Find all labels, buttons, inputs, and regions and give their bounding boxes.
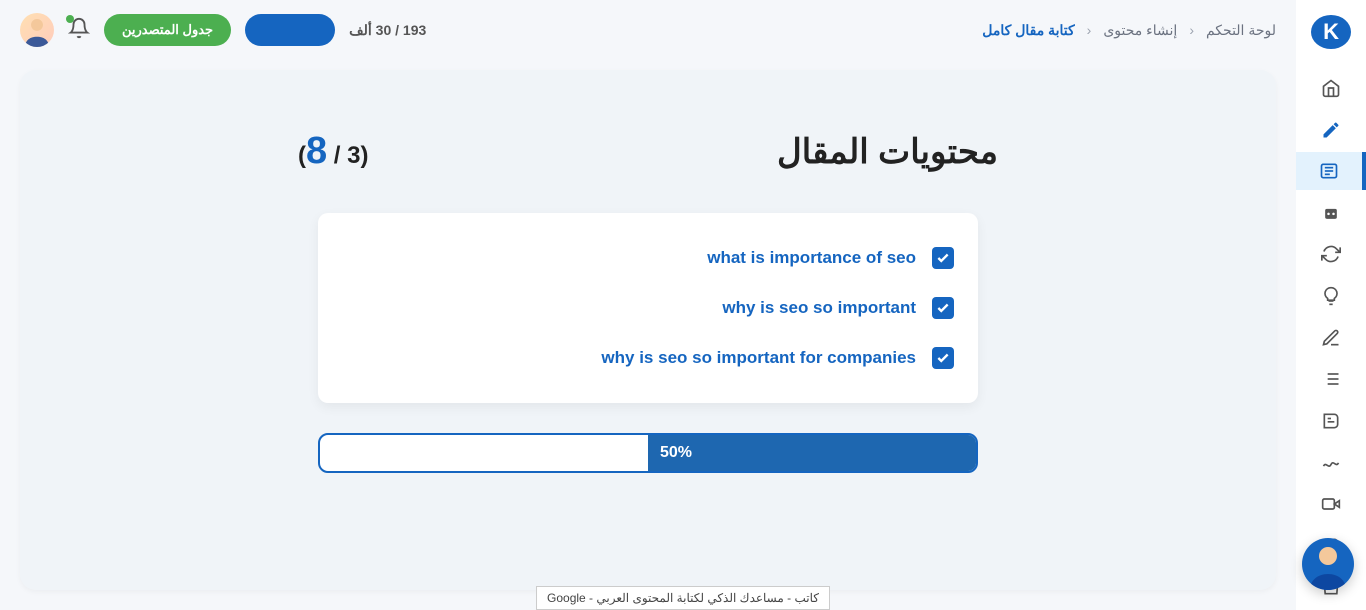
content-item-label: why is seo so important [722,298,916,318]
usage-counter-text: 193 / 30 ألف [349,22,426,39]
check-icon [936,351,950,365]
leaderboard-button[interactable]: جدول المتصدرين [104,14,231,46]
progress-bar-wrap: 50% [318,433,978,473]
checkbox-checked[interactable] [932,297,954,319]
step-counter: (8 / 3) [298,130,369,173]
app-logo[interactable]: K [1311,15,1351,49]
breadcrumbs: لوحة التحكم ‹ إنشاء محتوى ‹ كتابة مقال ك… [982,22,1276,39]
topbar: لوحة التحكم ‹ إنشاء محتوى ‹ كتابة مقال ك… [0,0,1296,60]
nav-home[interactable] [1309,69,1353,107]
checkbox-checked[interactable] [932,347,954,369]
edit-icon [1321,328,1341,348]
notification-dot [66,15,74,23]
list-icon [1321,369,1341,389]
page-title: محتويات المقال [777,132,998,172]
content-item-label: why is seo so important for companies [601,348,916,368]
checkbox-checked[interactable] [932,247,954,269]
progress-bar: 50% [318,433,978,473]
support-avatar-icon [1302,538,1354,590]
video-icon [1321,494,1341,514]
robot-icon [1321,203,1341,223]
nav-robot[interactable] [1309,194,1353,232]
nav-scribble[interactable] [1309,444,1353,482]
nav-idea[interactable] [1309,277,1353,315]
blog-icon [1321,411,1341,431]
user-avatar[interactable] [20,13,54,47]
content-list: what is importance of seo why is seo so … [318,213,978,403]
browser-tooltip: Google - كاتب - مساعدك الذكي لكتابة المح… [536,586,830,610]
chevron-icon: ‹ [1189,22,1194,38]
nav-video[interactable] [1309,485,1353,523]
check-icon [936,301,950,315]
content-item[interactable]: why is seo so important for companies [342,333,954,383]
notifications-button[interactable] [68,17,90,44]
nav-list[interactable] [1309,360,1353,398]
content-item-label: what is importance of seo [707,248,916,268]
newspaper-icon [1319,161,1339,181]
nav-news[interactable] [1296,152,1366,190]
progress-label: 50% [660,444,692,462]
home-icon [1321,78,1341,98]
usage-pill [245,14,335,46]
nav-refresh[interactable] [1309,236,1353,274]
breadcrumb-root[interactable]: لوحة التحكم [1206,22,1276,39]
header-row: محتويات المقال (8 / 3) [298,130,998,173]
main-card: محتويات المقال (8 / 3) what is importanc… [20,70,1276,590]
content-item[interactable]: what is importance of seo [342,233,954,283]
nav-blog[interactable] [1309,402,1353,440]
avatar-icon [20,13,54,47]
breadcrumb-current: كتابة مقال كامل [982,22,1074,39]
right-sidebar: K [1296,0,1366,610]
scribble-icon [1321,452,1341,472]
refresh-icon [1321,244,1341,264]
nav-edit[interactable] [1309,319,1353,357]
content-item[interactable]: why is seo so important [342,283,954,333]
nav-pencil[interactable] [1309,111,1353,149]
chevron-icon: ‹ [1087,22,1092,38]
lightbulb-icon [1321,286,1341,306]
progress-fill: 50% [648,435,976,471]
topbar-left-controls: 193 / 30 ألف جدول المتصدرين [20,13,426,47]
support-avatar-button[interactable] [1302,538,1354,590]
check-icon [936,251,950,265]
main-area: محتويات المقال (8 / 3) what is importanc… [0,60,1296,610]
breadcrumb-mid[interactable]: إنشاء محتوى [1103,22,1177,39]
pencil-icon [1321,120,1341,140]
